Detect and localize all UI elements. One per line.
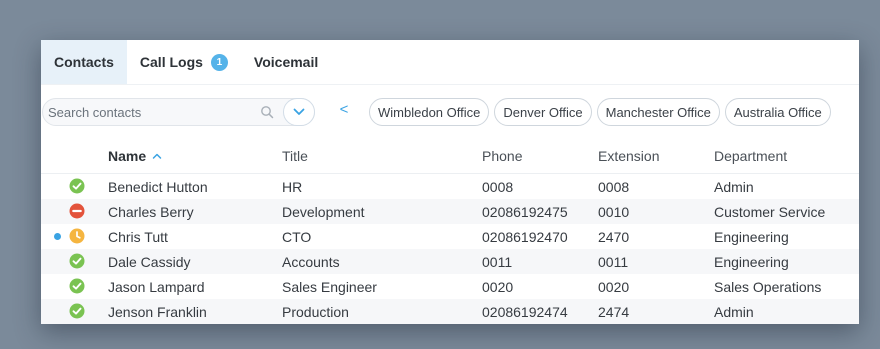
- table-header: Name Title Phone Extension Department: [41, 138, 859, 174]
- contact-name: Charles Berry: [108, 203, 194, 220]
- contact-extension[interactable]: 0010: [598, 199, 629, 224]
- column-header-extension[interactable]: Extension: [598, 138, 659, 173]
- table-row[interactable]: Jenson Franklin Production 02086192474 2…: [41, 299, 859, 324]
- column-header-name[interactable]: Name: [108, 138, 162, 173]
- contacts-panel: Contacts Call Logs 1 Voicemail < Wimbled…: [41, 40, 859, 324]
- contact-phone[interactable]: 0011: [482, 249, 512, 274]
- column-header-name-label: Name: [108, 147, 147, 164]
- table-row[interactable]: Benedict Hutton HR 0008 0008 Admin: [41, 174, 859, 199]
- contact-phone[interactable]: 02086192474: [482, 299, 568, 324]
- table-row[interactable]: Dale Cassidy Accounts 0011 0011 Engineer…: [41, 249, 859, 274]
- contact-title: CTO: [282, 228, 312, 245]
- call-logs-count-badge: 1: [210, 53, 228, 71]
- status-available-icon: [69, 253, 85, 269]
- contact-department: Sales Operations: [714, 278, 822, 295]
- status-busy-icon: [69, 203, 85, 219]
- tab-voicemail-label: Voicemail: [253, 54, 319, 70]
- tab-call-logs[interactable]: Call Logs 1: [127, 40, 241, 84]
- table-row[interactable]: Jason Lampard Sales Engineer 0020 0020 S…: [41, 274, 859, 299]
- status-away-icon: [69, 228, 85, 244]
- contact-extension[interactable]: 2474: [598, 299, 629, 324]
- office-chip-wimbledon[interactable]: Wimbledon Office: [369, 98, 490, 126]
- contact-phone[interactable]: 02086192475: [482, 199, 568, 224]
- filter-bar: < Wimbledon Office Denver Office Manches…: [41, 96, 859, 128]
- contacts-table: Name Title Phone Extension Department Be…: [41, 138, 859, 324]
- office-chip-denver[interactable]: Denver Office: [494, 98, 592, 126]
- search-input[interactable]: [43, 99, 253, 125]
- contact-title: Sales Engineer: [282, 278, 377, 295]
- status-available-icon: [69, 178, 85, 194]
- tab-call-logs-label: Call Logs: [139, 54, 203, 70]
- contact-title: HR: [282, 178, 303, 195]
- status-available-icon: [69, 278, 85, 294]
- contact-name: Jason Lampard: [108, 278, 205, 295]
- column-header-title[interactable]: Title: [282, 138, 308, 173]
- contact-department: Admin: [714, 303, 754, 320]
- contact-extension[interactable]: 0020: [598, 274, 629, 299]
- contact-phone[interactable]: 02086192470: [482, 224, 568, 249]
- office-chip-australia[interactable]: Australia Office: [724, 98, 831, 126]
- tab-contacts-label: Contacts: [54, 54, 114, 70]
- contact-phone[interactable]: 0008: [482, 174, 513, 199]
- search-dropdown-button[interactable]: [283, 98, 315, 126]
- contact-department: Engineering: [714, 228, 789, 245]
- contact-extension[interactable]: 0011: [598, 249, 628, 274]
- column-header-phone[interactable]: Phone: [482, 138, 522, 173]
- chevron-left-icon[interactable]: <: [337, 101, 351, 121]
- contact-name: Dale Cassidy: [108, 253, 191, 270]
- contact-extension[interactable]: 0008: [598, 174, 629, 199]
- contact-title: Development: [282, 203, 365, 220]
- status-available-icon: [69, 303, 85, 319]
- table-row[interactable]: Chris Tutt CTO 02086192470 2470 Engineer…: [41, 224, 859, 249]
- office-chip-manchester[interactable]: Manchester Office: [596, 98, 720, 126]
- chevron-down-icon: [293, 108, 305, 115]
- tab-voicemail[interactable]: Voicemail: [241, 40, 331, 84]
- search-icon[interactable]: [260, 105, 274, 119]
- tab-contacts[interactable]: Contacts: [41, 40, 127, 84]
- contact-name: Chris Tutt: [108, 228, 168, 245]
- contact-name: Benedict Hutton: [108, 178, 208, 195]
- tab-bar: Contacts Call Logs 1 Voicemail: [41, 40, 859, 85]
- sort-ascending-icon: [152, 153, 162, 159]
- contact-name: Jenson Franklin: [108, 303, 207, 320]
- contact-department: Customer Service: [714, 203, 826, 220]
- search-box: [42, 98, 315, 126]
- table-row[interactable]: Charles Berry Development 02086192475 00…: [41, 199, 859, 224]
- contact-department: Admin: [714, 178, 754, 195]
- contact-title: Accounts: [282, 253, 340, 270]
- contact-phone[interactable]: 0020: [482, 274, 513, 299]
- office-filter-chips: Wimbledon Office Denver Office Mancheste…: [369, 98, 836, 126]
- column-header-department[interactable]: Department: [714, 138, 787, 173]
- contact-extension[interactable]: 2470: [598, 224, 629, 249]
- contact-title: Production: [282, 303, 349, 320]
- contact-department: Engineering: [714, 253, 789, 270]
- unread-indicator-dot: [54, 233, 61, 240]
